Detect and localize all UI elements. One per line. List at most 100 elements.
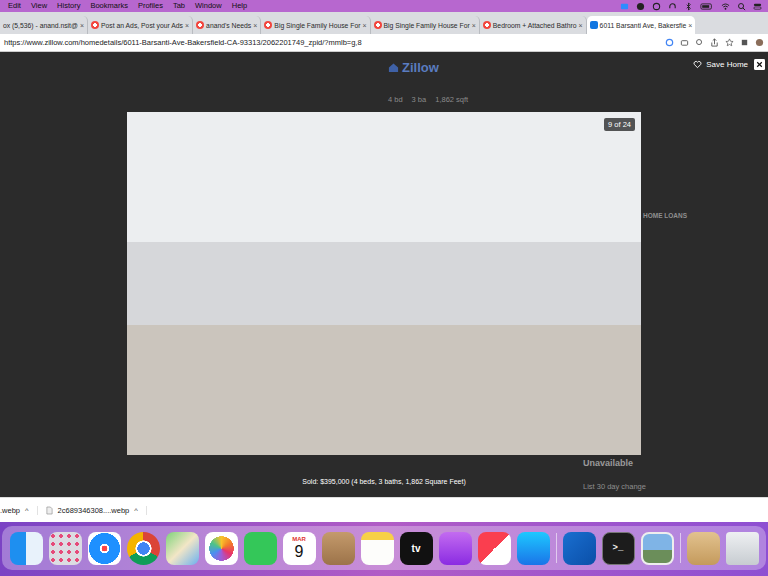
tab-close-button[interactable]: × (579, 22, 583, 29)
menu-item[interactable]: Edit (8, 0, 21, 12)
browser-tab[interactable]: Big Single Family House For× (261, 16, 370, 34)
share-icon[interactable] (710, 38, 719, 47)
browser-tab[interactable]: anand's Needs× (193, 16, 261, 34)
browser-tab[interactable]: Bedroom + Attached Bathro× (480, 16, 587, 34)
tab-label: Big Single Family House For (384, 22, 470, 29)
zillow-page: Zillow 4 bd 3 ba 1,862 sqft HOME LOANS Unavai… (0, 52, 768, 497)
home-fact: 4 bd (388, 95, 403, 104)
tab-close-button[interactable]: × (472, 22, 476, 29)
photo-counter: 9 of 24 (604, 118, 635, 131)
download-name: .webp (0, 506, 20, 515)
trash-icon[interactable] (726, 532, 759, 565)
download-menu-button[interactable]: ^ (134, 506, 138, 515)
preview-icon[interactable] (641, 532, 674, 565)
browser-tab[interactable]: ox (5,536) - anand.nsit@× (0, 16, 88, 34)
star-icon[interactable] (725, 38, 734, 47)
menu-item[interactable]: Help (232, 0, 247, 12)
search-icon[interactable] (737, 2, 746, 11)
terminal-icon[interactable]: >_ (602, 532, 635, 565)
tab-label: anand's Needs (206, 22, 251, 29)
tab-close-button[interactable]: × (362, 22, 366, 29)
home-fact: 1,862 sqft (435, 95, 468, 104)
menu-bar: Edit View History Bookmarks Profiles Tab Windo… (0, 0, 768, 12)
home-facts: 4 bd 3 ba 1,862 sqft (0, 75, 768, 104)
dock-separator (556, 533, 557, 563)
profile-icon[interactable] (755, 38, 764, 47)
podcasts-icon[interactable] (439, 532, 472, 565)
zoom-icon[interactable] (620, 2, 629, 11)
favicon-icon (374, 21, 382, 29)
browser-tab[interactable]: 6011 Barsanti Ave, Bakersfie× (587, 16, 696, 34)
dock-separator (680, 533, 681, 563)
finder-icon[interactable] (10, 532, 43, 565)
photos-icon[interactable] (205, 532, 238, 565)
dock-glyph: tv (412, 543, 421, 554)
menu-item[interactable]: View (31, 0, 47, 12)
chrome-icon[interactable] (127, 532, 160, 565)
archive-icon[interactable] (687, 532, 720, 565)
safari-icon[interactable] (88, 532, 121, 565)
toolbar-icons (665, 38, 764, 47)
wifi-icon[interactable] (721, 2, 730, 11)
home-loans-heading[interactable]: HOME LOANS (643, 212, 687, 219)
dock-glyph: >_ (613, 543, 624, 553)
control-center-icon[interactable] (753, 2, 762, 11)
notes-icon[interactable] (361, 532, 394, 565)
zoom-icon[interactable] (695, 38, 704, 47)
download-item[interactable]: 2c689346308....webp^ (42, 506, 147, 515)
headphones-icon[interactable] (668, 2, 677, 11)
calendar-icon[interactable]: MAR9 (283, 532, 316, 565)
zillow-logo[interactable]: Zillow (402, 60, 439, 75)
menu-item[interactable]: History (57, 0, 80, 12)
camera-off-icon[interactable] (680, 38, 689, 47)
menu-item[interactable]: Profiles (138, 0, 163, 12)
shield-icon[interactable] (636, 2, 645, 11)
listing-photo[interactable]: 9 of 24 (127, 112, 641, 455)
favicon-icon (590, 21, 598, 29)
tab-close-button[interactable]: × (80, 22, 84, 29)
google-icon[interactable] (665, 38, 674, 47)
contacts-icon[interactable] (322, 532, 355, 565)
save-home-button[interactable]: Save Home (693, 60, 748, 69)
appstore-icon[interactable] (517, 532, 550, 565)
record-icon[interactable] (652, 2, 661, 11)
menu-item[interactable]: Tab (173, 0, 185, 12)
favicon-icon (91, 21, 99, 29)
dock: MAR9 tv >_ (2, 526, 766, 570)
home-fact: 3 ba (412, 95, 427, 104)
maps-icon[interactable] (166, 532, 199, 565)
menu-items: Edit View History Bookmarks Profiles Tab Windo… (8, 0, 247, 12)
sidebar: HOME LOANS (643, 104, 768, 458)
zillow-header: Zillow (0, 52, 768, 75)
menu-item[interactable]: Bookmarks (90, 0, 128, 12)
status-text: Unavailable (583, 458, 768, 468)
download-menu-button[interactable]: ^ (25, 506, 29, 515)
download-item[interactable]: .webp ^ (0, 506, 38, 515)
tab-label: 6011 Barsanti Ave, Bakersfie (600, 22, 687, 29)
tab-label: Big Single Family House For (274, 22, 360, 29)
address-bar: https://www.zillow.com/homedetails/6011-… (0, 34, 768, 52)
url-field[interactable]: https://www.zillow.com/homedetails/6011-… (4, 38, 362, 47)
browser-tab[interactable]: Big Single Family House For× (371, 16, 480, 34)
facetime-icon[interactable] (244, 532, 277, 565)
tab-label: Bedroom + Attached Bathro (493, 22, 577, 29)
tab-label: Post an Ads, Post your Ads (101, 22, 183, 29)
battery-icon[interactable] (700, 2, 714, 11)
favicon-icon (264, 21, 272, 29)
save-home-label: Save Home (706, 60, 748, 69)
desktop: MAR9 tv >_ (0, 522, 768, 576)
calendar-day: 9 (295, 543, 304, 561)
tab-close-button[interactable]: × (185, 22, 189, 29)
launchpad-icon[interactable] (49, 532, 82, 565)
extension-icon[interactable] (740, 38, 749, 47)
tv-icon[interactable]: tv (400, 532, 433, 565)
tab-close-button[interactable]: × (688, 22, 692, 29)
close-icon[interactable] (754, 59, 765, 70)
news-icon[interactable] (478, 532, 511, 565)
outlook-icon[interactable] (563, 532, 596, 565)
bluetooth-icon[interactable] (684, 2, 693, 11)
tab-close-button[interactable]: × (253, 22, 257, 29)
price-history: UnavailableList 30 day change (0, 458, 768, 497)
browser-tab[interactable]: Post an Ads, Post your Ads× (88, 16, 193, 34)
menu-item[interactable]: Window (195, 0, 222, 12)
